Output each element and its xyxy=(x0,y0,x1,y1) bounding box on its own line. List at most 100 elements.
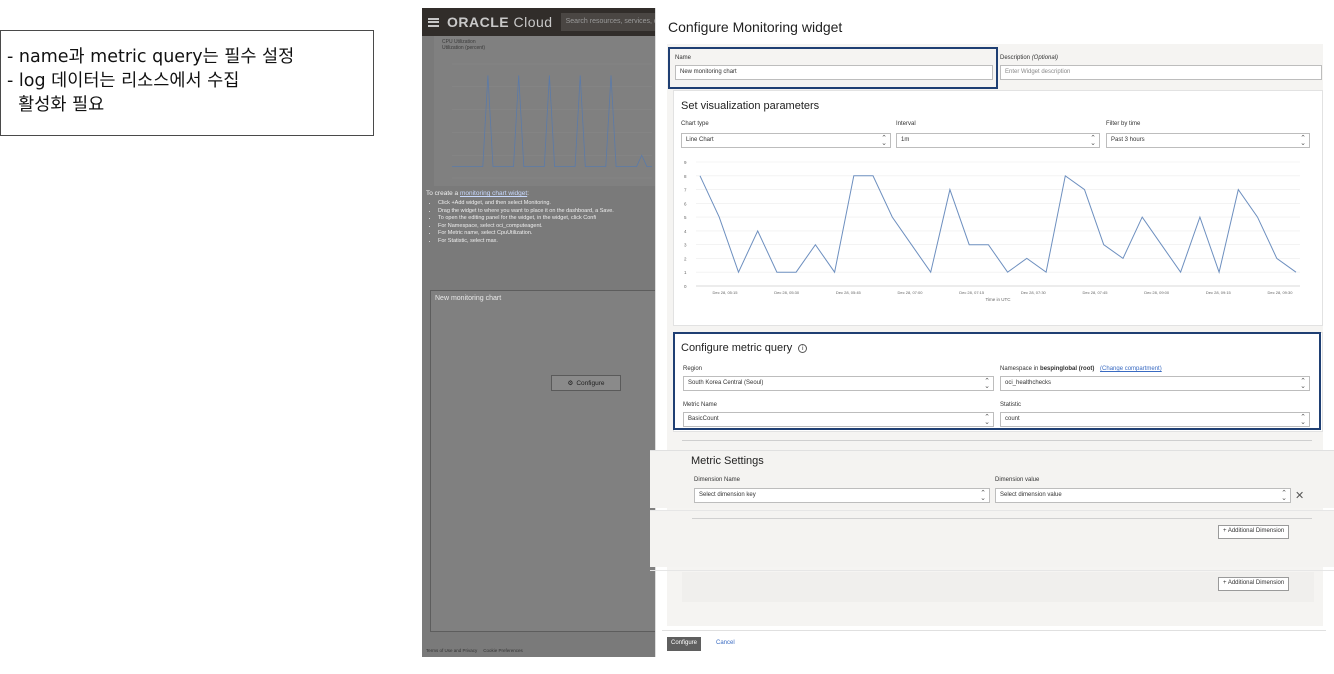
terms-link[interactable]: Terms of Use and Privacy xyxy=(426,648,477,653)
mini-chart-svg xyxy=(452,63,652,179)
mini-series-line xyxy=(452,75,652,168)
description-optional: (Optional) xyxy=(1031,55,1059,61)
y-tick-label: 7 xyxy=(684,188,687,193)
region-select[interactable]: South Korea Central (Seoul) ⌃ ⌄ xyxy=(683,376,994,391)
x-tick-label: Dec 28, 09:00 xyxy=(1144,290,1170,295)
namespace-select[interactable]: oci_healthchecks ⌃ ⌄ xyxy=(1000,376,1310,391)
chart-type-label: Chart type xyxy=(681,121,709,127)
y-tick-label: 4 xyxy=(684,229,687,234)
interval-select[interactable]: 1m ⌃ ⌄ xyxy=(896,133,1100,148)
description-label: Description (Optional) xyxy=(1000,55,1058,61)
additional-dimension-band-1 xyxy=(650,511,1334,567)
chevron-updown-icon: ⌃ ⌄ xyxy=(1300,135,1306,147)
help-item: Drag the widget to where you want to pla… xyxy=(438,208,660,216)
help-item: For Metric name, select CpuUtilization. xyxy=(438,230,660,238)
add-dimension-button[interactable]: + Additional Dimension xyxy=(1218,525,1290,539)
menu-icon[interactable] xyxy=(428,17,439,27)
metric-name-label: Metric Name xyxy=(683,402,718,408)
x-tick-label: Dec 28, 05:45 xyxy=(836,290,862,295)
console-footer: Terms of Use and Privacy Cookie Preferen… xyxy=(426,648,523,653)
cancel-link[interactable]: Cancel xyxy=(716,640,735,646)
oracle-cloud-logo[interactable]: ORACLE Cloud xyxy=(447,14,553,30)
x-tick-label: Dec 28, 05:30 xyxy=(774,290,800,295)
dimension-value-select[interactable]: Select dimension value ⌃ ⌄ xyxy=(995,488,1291,503)
x-tick-label: Dec 28, 09:15 xyxy=(1206,290,1232,295)
help-link[interactable]: monitoring chart widget xyxy=(460,190,527,197)
series-line xyxy=(699,174,1297,274)
description-label-text: Description xyxy=(1000,55,1032,61)
chevron-updown-icon: ⌃ ⌄ xyxy=(1300,378,1306,390)
region-label: Region xyxy=(683,366,703,372)
change-compartment-link[interactable]: (Change compartment) xyxy=(1100,366,1162,372)
chart-type-value: Line Chart xyxy=(686,137,714,143)
chevron-updown-icon: ⌃ ⌄ xyxy=(881,135,887,147)
y-tick-label: 2 xyxy=(684,256,687,261)
x-tick-label: Dec 28, 07:00 xyxy=(898,290,924,295)
x-tick-label: Dec 28, 07:15 xyxy=(959,290,985,295)
console-search-input[interactable]: Search resources, services, documentatio… xyxy=(560,13,664,31)
dimension-name-placeholder: Select dimension key xyxy=(699,492,756,498)
statistic-label: Statistic xyxy=(1000,402,1022,408)
namespace-label: Namespace in bespinglobal (root) (Change… xyxy=(1000,366,1162,372)
info-icon[interactable]: i xyxy=(798,343,808,353)
metric-name-select[interactable]: BasicCount ⌃ ⌄ xyxy=(683,412,994,427)
chevron-updown-icon: ⌃ ⌄ xyxy=(1300,414,1306,426)
configure-button[interactable]: Configure xyxy=(667,637,702,651)
y-tick-label: 9 xyxy=(684,160,687,165)
annotation-line-1: - name과 metric query는 필수 설정 xyxy=(7,47,295,67)
widget-title: New monitoring chart xyxy=(435,295,502,302)
dimension-name-label: Dimension Name xyxy=(694,477,741,483)
y-tick-label: 5 xyxy=(684,215,687,220)
x-axis-label: Time in UTC xyxy=(985,297,1011,302)
widget-configure-button[interactable]: ⚙ Configure xyxy=(551,375,621,391)
help-lead-suffix: : xyxy=(527,190,529,197)
help-item: Click +Add widget, and then select Monit… xyxy=(438,200,660,208)
filter-time-select[interactable]: Past 3 hours ⌃ ⌄ xyxy=(1106,133,1310,148)
annotation-line-2: - log 데이터는 리소스에서 수집 xyxy=(7,71,240,91)
filter-time-label: Filter by time xyxy=(1106,121,1141,127)
divider xyxy=(650,570,1334,571)
divider xyxy=(692,518,1312,519)
console-topbar: ORACLE Cloud Search resources, services,… xyxy=(422,8,664,36)
interval-value: 1m xyxy=(901,137,910,143)
filter-time-value: Past 3 hours xyxy=(1111,137,1145,143)
y-tick-label: 6 xyxy=(684,201,687,206)
oracle-brand-sub: Cloud xyxy=(513,14,553,30)
mini-chart: CPU Utilization Utilization (percent) xyxy=(434,36,664,188)
metric-settings-title: Metric Settings xyxy=(691,455,764,467)
help-item: For Namespace, select oci_computeagent. xyxy=(438,223,660,231)
close-icon[interactable]: ✕ xyxy=(1295,489,1304,502)
x-tick-label: Dec 28, 07:45 xyxy=(1083,290,1109,295)
metric-name-value: BasicCount xyxy=(688,416,719,422)
console-background: ORACLE Cloud Search resources, services,… xyxy=(422,8,664,657)
dimension-name-select[interactable]: Select dimension key ⌃ ⌄ xyxy=(694,488,990,503)
annotation-note: - name과 metric query는 필수 설정 - log 데이터는 리… xyxy=(0,30,374,136)
dimension-value-placeholder: Select dimension value xyxy=(1000,492,1062,498)
name-highlight xyxy=(668,47,998,89)
metric-query-title: Configure metric query i xyxy=(681,342,808,354)
chart-type-select[interactable]: Line Chart ⌃ ⌄ xyxy=(681,133,891,148)
statistic-select[interactable]: count ⌃ ⌄ xyxy=(1000,412,1310,427)
namespace-compartment: bespinglobal (root) xyxy=(1040,366,1095,372)
oracle-brand: ORACLE xyxy=(447,14,510,30)
metric-query-title-text: Configure metric query xyxy=(681,342,793,354)
help-lead: To create a monitoring chart widget: xyxy=(426,190,660,197)
panel-title: Configure Monitoring widget xyxy=(668,19,843,35)
chevron-updown-icon: ⌃ ⌄ xyxy=(980,490,986,502)
x-tick-label: Dec 28, 07:30 xyxy=(1021,290,1047,295)
add-dimension-button[interactable]: + Additional Dimension xyxy=(1218,577,1290,591)
help-item: For Statistic, select max. xyxy=(438,238,660,246)
help-lead-prefix: To create a xyxy=(426,190,460,197)
cookie-link[interactable]: Cookie Preferences xyxy=(483,648,523,653)
x-tick-label: Dec 28, 09:30 xyxy=(1268,290,1294,295)
chevron-updown-icon: ⌃ ⌄ xyxy=(1281,490,1287,502)
y-tick-label: 1 xyxy=(684,270,687,275)
namespace-value: oci_healthchecks xyxy=(1005,380,1052,386)
help-item: To open the editing panel for the widget… xyxy=(438,215,660,223)
divider xyxy=(682,440,1312,441)
interval-label: Interval xyxy=(896,121,916,127)
description-input[interactable]: Enter Widget description xyxy=(1000,65,1322,80)
divider xyxy=(662,630,1326,631)
chevron-updown-icon: ⌃ ⌄ xyxy=(984,378,990,390)
widget-configure-label: Configure xyxy=(576,379,605,387)
